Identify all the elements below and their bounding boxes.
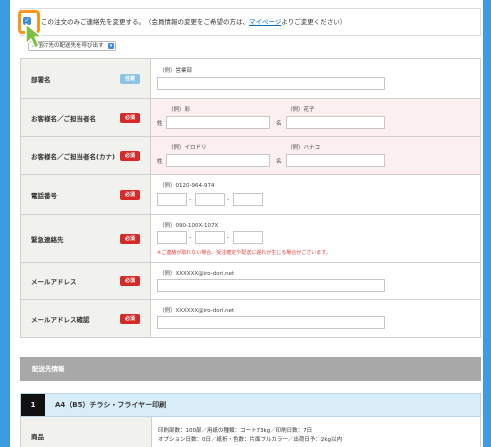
- first-name-example: （例）花子: [287, 107, 315, 113]
- form-row-phone: 電話番号 必須 （例）0120-964-974 - -: [20, 175, 481, 215]
- shipping-section-header: 配送先情報: [20, 357, 481, 381]
- product-details: 印刷部数：100部／用紙の種類：コート73kg／印刷日数：7日 オプション日数：…: [152, 417, 480, 447]
- first-name-prefix: 名: [276, 121, 282, 127]
- last-name-example: （例）彩: [168, 107, 191, 113]
- required-badge: 必須: [120, 112, 140, 123]
- email-label: メールアドレス 必須: [20, 263, 151, 299]
- form-row-kana: お客様名／ご担当者名(カナ) 必須 （例）イロドリ （例）ハナコ 姓 名: [20, 137, 481, 175]
- product-header: 1 A4（B5）チラシ・フライヤー印刷: [20, 393, 481, 417]
- kana-first-prefix: 名: [276, 159, 282, 165]
- notice-text: この注文のみご連絡先を変更する。 （会員情報の変更をご希望の方は、: [41, 18, 249, 26]
- emergency-separator: -: [227, 234, 230, 241]
- product-details-line1: 印刷部数：100部／用紙の種類：コート73kg／印刷日数：7日: [158, 428, 313, 434]
- product-name: A4（B5）チラシ・フライヤー印刷: [55, 401, 167, 409]
- phone-separator: -: [227, 196, 230, 203]
- form-row-email: メールアドレス 必須 （例）XXXXXX@iro-dori.net: [20, 263, 481, 300]
- required-badge: 必須: [120, 313, 140, 324]
- emergency-input-1[interactable]: [157, 231, 187, 244]
- first-name-input[interactable]: [286, 116, 385, 129]
- required-badge: 必須: [120, 276, 140, 286]
- product-label: 商品: [21, 417, 152, 447]
- kana-label: お客様名／ご担当者名(カナ) 必須: [20, 137, 151, 174]
- form-row-email-confirm: メールアドレス確認 必須 （例）XXXXXX@iro-dori.net: [20, 300, 481, 338]
- product-number: 1: [21, 394, 45, 416]
- department-input[interactable]: [157, 77, 385, 90]
- page-frame: この注文のみご連絡先を変更する。 （会員情報の変更をご希望の方は、マイページより…: [10, 0, 483, 447]
- required-badge: 必須: [120, 189, 140, 200]
- form-row-department: 部署名 任意 （例）営業部: [20, 59, 481, 99]
- phone-label: 電話番号 必須: [20, 175, 151, 214]
- kana-last-example: （例）イロドリ: [168, 145, 207, 151]
- email-input[interactable]: [157, 279, 385, 292]
- optional-badge: 任意: [120, 73, 140, 84]
- phone-example: （例）0120-964-974: [159, 183, 215, 189]
- email-confirm-example: （例）XXXXXX@iro-dori.net: [159, 308, 235, 314]
- change-contact-notice: この注文のみご連絡先を変更する。 （会員情報の変更をご希望の方は、マイページより…: [20, 8, 481, 36]
- mypage-link[interactable]: マイページ: [249, 18, 281, 26]
- contact-form: 部署名 任意 （例）営業部 お客様名／ご担当者名 必須 （例）彩 （例）花子 姓…: [20, 58, 481, 338]
- product-details-line2: オプション日数：0日／紙折・色数：片面フルカラー／出荷日予：2kg以内: [158, 437, 343, 443]
- emergency-input-2[interactable]: [195, 231, 225, 244]
- notice-text-after: よりご変更ください）: [281, 18, 347, 26]
- emergency-warning: ※ご連絡が取れない場合、受注確定や配送に遅れが生じる場合がございます。: [157, 250, 331, 256]
- department-example: （例）営業部: [159, 68, 193, 74]
- email-confirm-input[interactable]: [157, 316, 385, 329]
- phone-input-1[interactable]: [157, 193, 187, 206]
- cursor-pointer-icon: [25, 23, 43, 49]
- phone-separator: -: [189, 196, 192, 203]
- emergency-example: （例）090-100X-107X: [159, 223, 219, 229]
- product-row: 商品 印刷部数：100部／用紙の種類：コート73kg／印刷日数：7日 オプション…: [20, 417, 481, 447]
- required-badge: 必須: [120, 150, 140, 161]
- kana-last-input[interactable]: [166, 154, 270, 167]
- chevron-down-icon: ▾: [108, 43, 114, 49]
- kana-last-prefix: 姓: [157, 159, 163, 165]
- phone-input-2[interactable]: [195, 193, 225, 206]
- kana-first-input[interactable]: [286, 154, 385, 167]
- emergency-separator: -: [189, 234, 192, 241]
- department-label: 部署名 任意: [20, 59, 151, 98]
- email-confirm-label: メールアドレス確認 必須: [20, 300, 151, 337]
- phone-input-3[interactable]: [233, 193, 263, 206]
- email-example: （例）XXXXXX@iro-dori.net: [159, 271, 235, 277]
- required-badge: 必須: [120, 233, 140, 244]
- emergency-input-3[interactable]: [233, 231, 263, 244]
- name-label: お客様名／ご担当者名 必須: [20, 99, 151, 136]
- kana-first-example: （例）ハナコ: [287, 145, 321, 151]
- last-name-input[interactable]: [166, 116, 270, 129]
- emergency-label: 緊急連絡先 必須: [20, 215, 151, 262]
- last-name-prefix: 姓: [157, 121, 163, 127]
- form-row-name: お客様名／ご担当者名 必須 （例）彩 （例）花子 姓 名: [20, 99, 481, 137]
- form-row-emergency: 緊急連絡先 必須 （例）090-100X-107X - - ※ご連絡が取れない場…: [20, 215, 481, 263]
